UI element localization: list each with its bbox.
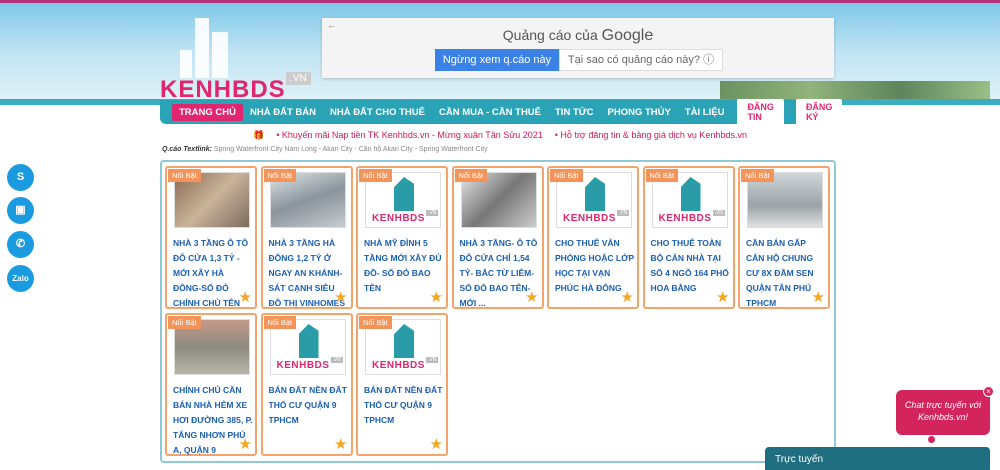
chat-bubble-text: Chat trực tuyến với Kenhbds.vn! [904,400,982,422]
nav-wanted[interactable]: CẦN MUA - CẦN THUÊ [432,104,548,121]
star-icon[interactable]: ★ [334,290,347,305]
featured-badge: Nổi Bật [550,169,583,182]
star-icon[interactable]: ★ [621,290,634,305]
featured-badge: Nổi Bật [645,169,679,182]
briefcase-icon[interactable]: ▣ [7,197,34,224]
textlink-label: Q.cáo Textlink: [162,146,212,153]
listing-card[interactable]: Nổi Bật NHÀ 3 TẦNG- Ô TÔ ĐỖ CỬA CHỈ 1,54 … [451,166,544,309]
placeholder-logo-suffix: .VN [712,210,725,216]
star-icon[interactable]: ★ [430,437,443,452]
promo-bar: 🎁 • Khuyến mãi Nạp tiền TK Kenhbds.vn - M… [0,130,1000,141]
placeholder-logo-suffix: .VN [617,210,630,216]
featured-badge: Nổi Bật [359,169,392,182]
placeholder-logo-suffix: .VN [426,357,439,363]
featured-listings: Nổi Bật NHÀ 3 TẦNG Ô TÔ ĐỖ CỬA 1,3 TỶ - M… [160,160,836,463]
ad-title-prefix: Quảng cáo của [502,27,598,43]
gift-icon: 🎁 [253,130,265,140]
star-icon[interactable]: ★ [239,290,252,305]
listing-card[interactable]: KENHBDS .VN Nổi Bật NHÀ MỸ ĐÌNH 5 TẦNG MỚI … [356,166,448,309]
logo-building-icon [298,324,319,358]
promo-link[interactable]: • Khuyến mãi Nạp tiền TK Kenhbds.vn - Mừ… [276,130,543,140]
star-icon[interactable]: ★ [239,437,252,452]
nav-for-rent[interactable]: NHÀ ĐẤT CHO THUÊ [323,104,432,121]
why-ad-button[interactable]: Tại sao có quảng cáo này? ⓘ [559,49,723,71]
phone-icon[interactable]: ✆ [7,231,34,258]
listing-card[interactable]: Nổi Bật NHÀ 3 TẦNG HÀ ĐÔNG 1,2 TỶ Ở NGAY … [260,166,353,309]
star-icon[interactable]: ★ [334,437,347,452]
featured-badge: Nổi Bật [168,316,201,329]
google-ad-panel: ← Quảng cáo của Google Ngừng xem q.cáo n… [322,18,834,78]
logo-building-icon [394,177,414,211]
nav-for-sale[interactable]: NHÀ ĐẤT BÁN [243,104,323,121]
placeholder-logo-text: KENHBDS [563,213,616,224]
logo-building-icon [680,177,701,211]
listing-card[interactable]: KENHBDS .VN Nổi Bật CHO THUÊ TOÀN BỘ CĂN NH… [642,166,735,309]
logo-building-icon [212,32,228,78]
chat-online-bar[interactable]: Trực tuyến [765,447,990,470]
chat-bubble-dot [928,436,935,443]
featured-badge: Nổi Bật [263,169,297,182]
listing-card[interactable]: KENHBDS .VN Nổi Bật BÁN ĐẤT NỀN ĐẤT THỔ CƯ … [356,313,448,456]
header-banner-image [720,81,990,101]
nav-fengshui[interactable]: PHONG THỦY [601,104,678,121]
register-button[interactable]: ĐĂNG KÝ [795,99,843,125]
placeholder-logo-text: KENHBDS [372,360,425,371]
star-icon[interactable]: ★ [525,290,538,305]
close-icon[interactable]: × [983,386,994,397]
placeholder-logo-suffix: .VN [330,357,343,363]
listing-card[interactable]: KENHBDS .VN Nổi Bật CHO THUÊ VĂN PHÒNG HOẶC… [547,166,639,309]
star-icon[interactable]: ★ [430,290,443,305]
ad-title: Quảng cáo của Google [322,27,834,45]
chat-bubble[interactable]: Chat trực tuyến với Kenhbds.vn! × [896,386,994,435]
ad-title-brand: Google [601,27,654,44]
placeholder-logo-text: KENHBDS [372,213,425,224]
placeholder-logo-text: KENHBDS [658,213,712,224]
logo-building-icon [195,18,209,78]
logo-building-icon [180,50,192,78]
logo-suffix: .VN [286,72,311,85]
post-listing-button[interactable]: ĐĂNG TIN [737,99,784,125]
listing-card[interactable]: Nổi Bật CẦN BÁN GẤP CĂN HỘ CHUNG CƯ 8X ĐẦ… [738,166,830,309]
nav-documents[interactable]: TÀI LIỆU [678,104,732,121]
featured-badge: Nổi Bật [741,169,774,182]
listing-card[interactable]: Nổi Bật CHÍNH CHỦ CẦN BÁN NHÀ HẺM XE HƠI … [165,313,257,456]
featured-badge: Nổi Bật [263,316,297,329]
star-icon[interactable]: ★ [716,290,729,305]
logo-building-icon [585,177,605,211]
promo-link[interactable]: • Hỗ trợ đăng tin & bảng giá dịch vụ Ken… [555,130,747,140]
nav-home[interactable]: TRANG CHỦ [172,103,243,121]
featured-badge: Nổi Bật [168,169,201,182]
zalo-icon[interactable]: Zalo [7,265,34,292]
featured-badge: Nổi Bật [359,316,392,329]
listing-card[interactable]: Nổi Bật NHÀ 3 TẦNG Ô TÔ ĐỖ CỬA 1,3 TỶ - M… [165,166,257,309]
logo-building-icon [394,324,414,358]
placeholder-logo-text: KENHBDS [276,360,330,371]
placeholder-logo-suffix: .VN [426,210,439,216]
main-nav: TRANG CHỦ NHÀ ĐẤT BÁN NHÀ ĐẤT CHO THUÊ C… [160,99,843,125]
featured-badge: Nổi Bật [454,169,488,182]
stop-ad-button[interactable]: Ngừng xem q.cáo này [435,49,559,71]
textlink-ads: Q.cáo Textlink: Spring Waterfront City N… [162,146,488,153]
skype-icon[interactable]: S [7,164,34,191]
nav-news[interactable]: TIN TỨC [548,104,601,121]
listing-card[interactable]: KENHBDS .VN Nổi Bật BÁN ĐẤT NỀN ĐẤT THỔ CƯ … [260,313,353,456]
textlink-value[interactable]: Spring Waterfront City Nam Long - Akari … [214,146,488,153]
site-logo[interactable]: KENHBDS .VN [160,10,320,103]
star-icon[interactable]: ★ [812,290,825,305]
